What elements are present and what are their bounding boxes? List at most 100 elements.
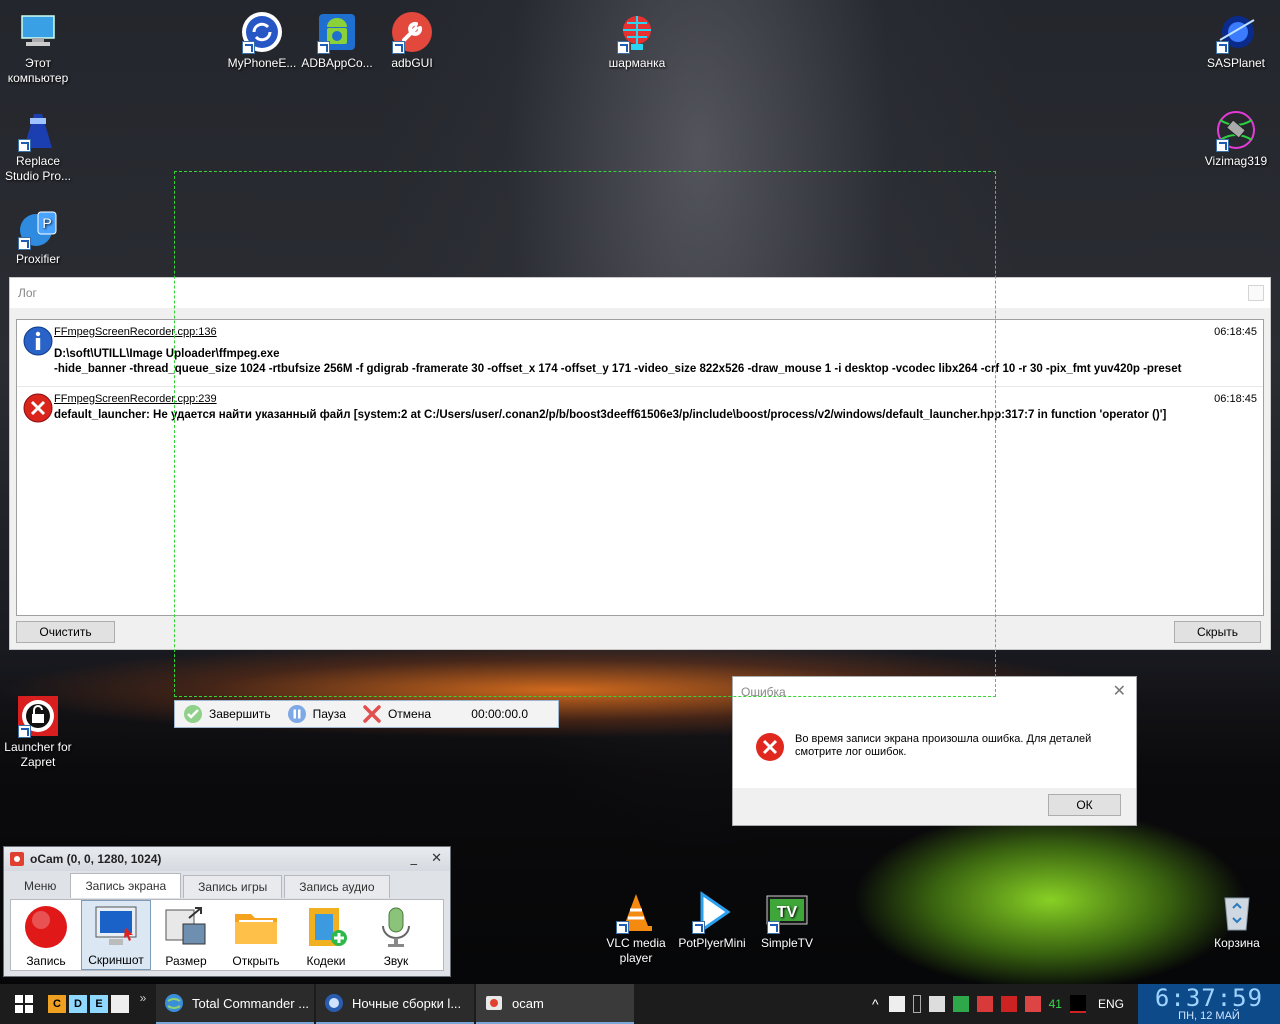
tab-audio-recording[interactable]: Запись аудио — [284, 875, 390, 898]
quick-launch-drive-d[interactable]: D — [69, 995, 87, 1013]
desktop-icon-sharmanka[interactable]: шарманка — [599, 10, 675, 71]
recording-toolbar: Завершить Пауза Отмена 00:00:00.0 — [174, 700, 559, 728]
record-button[interactable]: Запись — [11, 900, 81, 970]
task-ocam[interactable]: ocam — [476, 984, 634, 1024]
task-label: Total Commander ... — [192, 995, 310, 1011]
quick-launch-drive-e[interactable]: E — [90, 995, 108, 1013]
clear-log-button[interactable]: Очистить — [16, 621, 115, 643]
shortcut-arrow-icon — [18, 237, 31, 250]
pause-recording-button[interactable]: Пауза — [287, 704, 346, 724]
log-list: FFmpegScreenRecorder.cpp:136 06:18:45 D:… — [16, 319, 1264, 616]
desktop-icon-label: шарманка — [608, 56, 666, 70]
desktop-icon-simpletv[interactable]: TV SimpleTV — [749, 890, 825, 951]
ocam-logo-icon — [486, 996, 502, 1010]
log-entry-args: -hide_banner -thread_queue_size 1024 -rt… — [54, 363, 1182, 375]
ocam-tabs: Меню Запись экрана Запись игры Запись ау… — [12, 873, 392, 898]
cancel-recording-button[interactable]: Отмена — [362, 704, 431, 724]
tab-screen-recording[interactable]: Запись экрана — [70, 873, 182, 898]
resize-label: Размер — [165, 954, 207, 968]
svg-text:P: P — [42, 215, 51, 231]
task-nightly-builds[interactable]: Ночные сборки l... — [316, 984, 474, 1024]
desktop-icon-recycle-bin[interactable]: Корзина — [1199, 890, 1275, 951]
tray-counter[interactable]: 41 — [1049, 997, 1062, 1011]
desktop-icon-launcher-zapret[interactable]: Launcher for Zapret — [0, 694, 76, 770]
open-button[interactable]: Открыть — [221, 900, 291, 970]
task-label: ocam — [512, 995, 544, 1011]
folder-icon — [235, 914, 277, 944]
desktop-icon-label: PotPlyerMini — [678, 936, 746, 950]
browser-icon — [325, 994, 343, 1012]
hide-log-button[interactable]: Скрыть — [1174, 621, 1261, 643]
start-button[interactable] — [0, 984, 48, 1024]
log-entry-source-link[interactable]: FFmpegScreenRecorder.cpp:239 — [54, 393, 217, 405]
tray-paperclip-icon[interactable] — [912, 995, 921, 1013]
desktop-icon-label: adbGUI — [391, 56, 433, 70]
error-icon — [756, 733, 784, 761]
desktop-icon-proxifier[interactable]: P Proxifier — [0, 206, 76, 267]
desktop-icon-replace-studio[interactable]: Replace Studio Pro... — [0, 108, 76, 184]
desktop-icon-this-pc[interactable]: Этот компьютер — [0, 10, 76, 86]
close-icon[interactable]: ✕ — [431, 851, 442, 866]
record-circle-icon — [25, 906, 67, 948]
tray-red-icon-1[interactable] — [976, 996, 993, 1012]
ocam-toolbar: Запись Скриншот Размер Открыть Кодеки Зв… — [10, 899, 444, 971]
error-dialog-title: Ошибка — [741, 685, 786, 699]
sound-button[interactable]: Звук — [361, 900, 431, 970]
log-entry-time: 06:18:45 — [1214, 326, 1257, 338]
tab-menu[interactable]: Меню — [12, 875, 68, 897]
ok-button[interactable]: ОК — [1048, 794, 1121, 816]
finish-recording-button[interactable]: Завершить — [183, 704, 271, 724]
tray-ocam-icon[interactable] — [888, 996, 905, 1012]
error-dialog-close-icon[interactable]: ✕ — [1113, 681, 1126, 700]
tray-red-icon-2[interactable] — [1000, 996, 1017, 1012]
screenshot-button[interactable]: Скриншот — [81, 900, 151, 970]
quick-launch-drive-c[interactable]: C — [48, 995, 66, 1013]
globe-icon — [165, 994, 183, 1012]
quick-launch-overflow-icon[interactable]: » — [132, 991, 154, 1005]
desktop-icon-label: MyPhoneE... — [227, 56, 297, 70]
minimize-icon[interactable]: _ — [410, 851, 417, 866]
pause-label: Пауза — [312, 707, 346, 721]
log-entry-time: 06:18:45 — [1214, 393, 1257, 405]
log-entry-path: D:\soft\UTILL\Image Uploader\ffmpeg.exe — [54, 348, 280, 360]
ocam-window-controls: _ ✕ — [410, 851, 442, 866]
open-label: Открыть — [232, 954, 280, 968]
desktop-icon-vizimag[interactable]: Vizimag319 — [1198, 108, 1274, 169]
log-window-close-button[interactable] — [1248, 285, 1264, 301]
resize-button[interactable]: Размер — [151, 900, 221, 970]
shortcut-arrow-icon — [616, 921, 629, 934]
task-total-commander[interactable]: Total Commander ... — [156, 984, 314, 1024]
language-indicator[interactable]: ENG — [1098, 997, 1124, 1011]
tray-black-icon[interactable] — [1069, 995, 1086, 1013]
desktop-icon-label: SASPlanet — [1206, 56, 1266, 70]
codecs-label: Кодеки — [306, 954, 346, 968]
desktop-icon-label: VLC media player — [606, 936, 666, 965]
tray-window-icon[interactable] — [928, 996, 945, 1012]
desktop-icon-myphone[interactable]: MyPhoneE... — [224, 10, 300, 71]
desktop-icon-adbappco[interactable]: ADBAppCo... — [299, 10, 375, 71]
tray-red-icon-3[interactable] — [1024, 996, 1041, 1012]
quick-launch-notepad-icon[interactable] — [111, 995, 129, 1013]
taskbar: C D E » Total Commander ... Ночные сборк… — [0, 984, 1280, 1024]
tray-expand-chevron-icon[interactable]: ^ — [872, 996, 879, 1012]
desktop-icon-adbgui[interactable]: adbGUI — [374, 10, 450, 71]
film-codec-icon — [309, 908, 347, 946]
shortcut-arrow-icon — [617, 41, 630, 54]
info-icon — [23, 326, 53, 356]
finish-label: Завершить — [209, 707, 271, 721]
desktop-icon-label: Vizimag319 — [1204, 154, 1268, 168]
tab-game-recording[interactable]: Запись игры — [183, 875, 283, 898]
codecs-button[interactable]: Кодеки — [291, 900, 361, 970]
system-tray: ^ 41 ENG 6:37:59 ПН, 12 МАЙ — [872, 984, 1280, 1024]
sound-label: Звук — [383, 954, 409, 968]
desktop-icon-sasplanet[interactable]: SASPlanet — [1198, 10, 1274, 71]
desktop-icon-vlc[interactable]: VLC media player — [598, 890, 674, 966]
desktop-icon-label: Proxifier — [15, 252, 60, 266]
log-entry-source-link[interactable]: FFmpegScreenRecorder.cpp:136 — [54, 326, 217, 338]
monitor-icon — [95, 906, 137, 945]
taskbar-clock[interactable]: 6:37:59 ПН, 12 МАЙ — [1138, 984, 1280, 1024]
desktop-icon-potplayer[interactable]: PotPlyerMini — [674, 890, 750, 951]
log-window-titlebar: Лог — [10, 278, 1270, 308]
tray-green-icon[interactable] — [952, 996, 969, 1012]
desktop-icon-label: SimpleTV — [760, 936, 813, 950]
